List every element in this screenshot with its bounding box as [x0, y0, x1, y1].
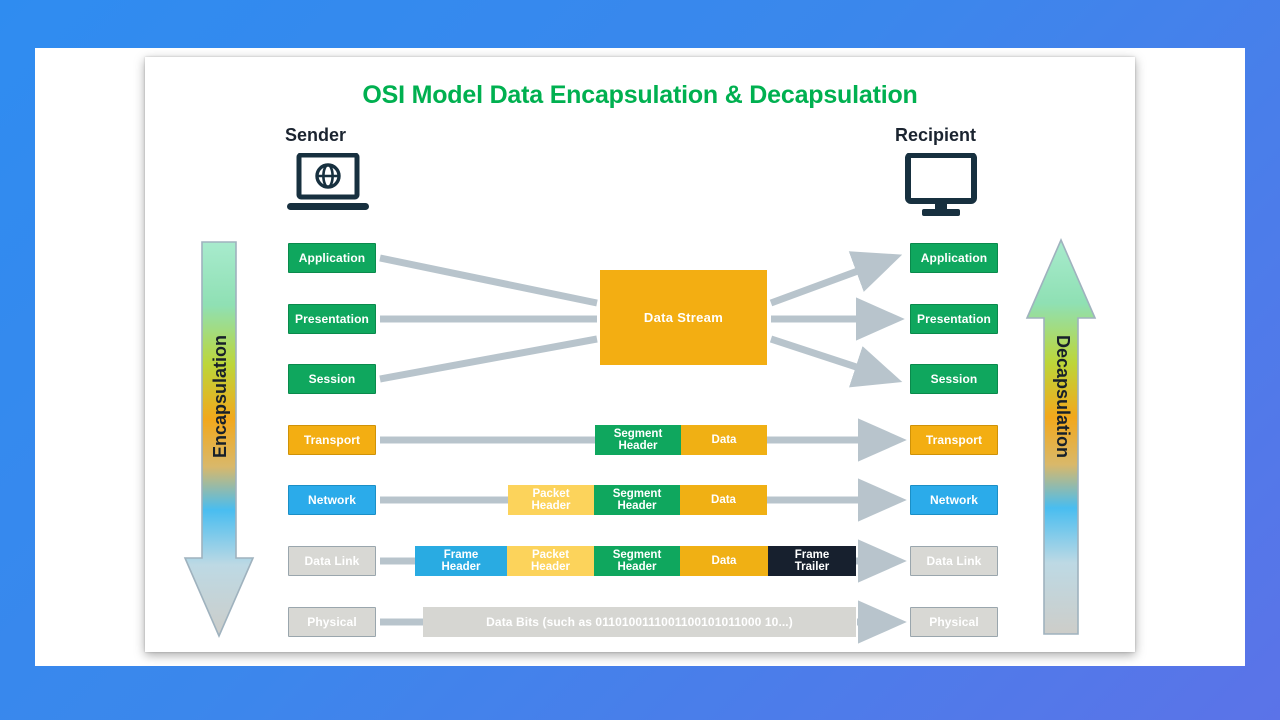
recipient-layer-transport[interactable]: Transport [910, 425, 998, 455]
slide-card: OSI Model Data Encapsulation & Decapsula… [145, 57, 1135, 652]
sender-layer-presentation[interactable]: Presentation [288, 304, 376, 334]
frame-trailer-line2: Trailer [794, 561, 830, 573]
sender-label: Sender [285, 125, 347, 145]
network-packet-header: Packet Header [508, 485, 594, 515]
frame-header-line1: Frame [443, 548, 479, 561]
network-segment-header: Segment Header [594, 485, 680, 515]
segment-header-line1: Segment [612, 487, 662, 500]
recipient-layer-session[interactable]: Session [910, 364, 998, 394]
transport-segment-header: Segment Header [595, 425, 681, 455]
physical-data-bits: Data Bits (such as 011010011100110010101… [423, 607, 856, 637]
segment-header-line2: Header [618, 440, 658, 452]
recipient-layer-physical[interactable]: Physical [910, 607, 998, 637]
recipient-layer-application[interactable]: Application [910, 243, 998, 273]
datalink-frame-header: Frame Header [415, 546, 507, 576]
datalink-frame-trailer: Frame Trailer [768, 546, 856, 576]
sender-layer-session[interactable]: Session [288, 364, 376, 394]
recipient-label: Recipient [895, 125, 977, 145]
sender-layer-physical[interactable]: Physical [288, 607, 376, 637]
recipient-layer-network[interactable]: Network [910, 485, 998, 515]
sender-layer-application[interactable]: Application [288, 243, 376, 273]
packet-header-line1: Packet [532, 487, 570, 500]
sender-layer-network[interactable]: Network [288, 485, 376, 515]
segment-header-line1: Segment [613, 427, 663, 440]
datalink-data-block: Data [680, 546, 768, 576]
encapsulation-label: Encapsulation [210, 335, 230, 459]
packet-header-line2: Header [531, 561, 570, 573]
segment-header-line2: Header [617, 500, 657, 512]
packet-header-line1: Packet [531, 548, 570, 561]
transport-data-block: Data [681, 425, 767, 455]
datalink-packet-header: Packet Header [507, 546, 594, 576]
slide-background: OSI Model Data Encapsulation & Decapsula… [0, 0, 1280, 720]
sender-layer-transport[interactable]: Transport [288, 425, 376, 455]
data-stream-block: Data Stream [600, 270, 767, 365]
frame-header-line2: Header [441, 561, 481, 573]
decapsulation-label: Decapsulation [1053, 335, 1073, 459]
network-data-block: Data [680, 485, 767, 515]
packet-header-line2: Header [531, 500, 571, 512]
datalink-segment-header: Segment Header [594, 546, 680, 576]
frame-trailer-line1: Frame [794, 548, 830, 561]
sender-layer-data-link[interactable]: Data Link [288, 546, 376, 576]
desktop-monitor-icon [905, 152, 977, 224]
laptop-globe-icon [285, 152, 371, 220]
segment-header-line2: Header [617, 561, 657, 573]
recipient-layer-data-link[interactable]: Data Link [910, 546, 998, 576]
recipient-layer-presentation[interactable]: Presentation [910, 304, 998, 334]
segment-header-line1: Segment [612, 548, 662, 561]
page-title: OSI Model Data Encapsulation & Decapsula… [362, 81, 918, 109]
